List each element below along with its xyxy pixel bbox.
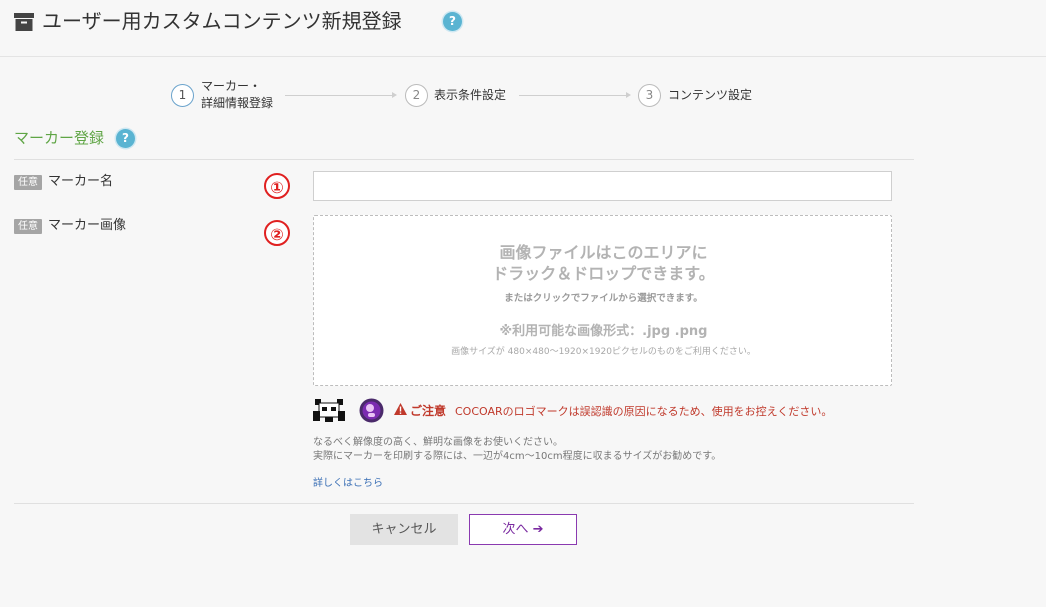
warning-icon (394, 403, 407, 415)
optional-badge: 任意 (14, 175, 42, 190)
warning-title: ご注意 (410, 404, 447, 418)
step-connector-1 (285, 95, 393, 96)
annotation-number-1: ① (264, 173, 290, 199)
footer-divider (14, 503, 914, 504)
dropzone-size: 画像サイズが 480×480～1920×1920ピクセルのものをご利用ください。 (451, 347, 756, 357)
section-title: マーカー登録 (14, 129, 105, 147)
marker-image-label: マーカー画像 (48, 218, 127, 233)
help-icon[interactable]: ? (443, 12, 462, 31)
step-2-number: 2 (405, 84, 428, 107)
note-line-2: 実際にマーカーを印刷する際には、一辺が4cm～10cm程度に収まるサイズがお勧め… (313, 451, 722, 462)
logo-mark-icon (359, 398, 384, 423)
marker-name-input[interactable] (313, 171, 892, 201)
annotation-number-2: ② (264, 220, 290, 246)
arrow-right-icon: ➔ (532, 522, 544, 537)
cancel-button[interactable]: キャンセル (350, 514, 458, 545)
step-2-label: 表示条件設定 (434, 88, 507, 102)
step-1-number: 1 (171, 84, 194, 107)
image-dropzone[interactable]: 画像ファイルはこのエリアに ドラック＆ドロップできます。 またはクリックでファイ… (313, 215, 892, 386)
help-icon[interactable]: ? (116, 129, 135, 148)
archive-box-icon (14, 13, 34, 31)
optional-badge: 任意 (14, 219, 42, 234)
panda-icon (313, 399, 345, 422)
section-divider (14, 159, 914, 160)
details-link[interactable]: 詳しくはこちら (313, 474, 383, 489)
dropzone-line2: ドラック＆ドロップできます。 (492, 264, 715, 283)
step-1-label-line1: マーカー・ (201, 79, 262, 93)
step-3-number: 3 (638, 84, 661, 107)
page-title: ユーザー用カスタムコンテンツ新規登録 (42, 9, 402, 33)
dropzone-line3: またはクリックでファイルから選択できます。 (504, 293, 703, 304)
step-arrow-icon (392, 92, 397, 98)
step-connector-2 (519, 95, 627, 96)
step-arrow-icon (626, 92, 631, 98)
step-3-label: コンテンツ設定 (668, 88, 753, 102)
next-button-label: 次へ (502, 522, 529, 537)
dropzone-format: ※利用可能な画像形式：.jpg .png (499, 324, 708, 339)
warning-text: COCOARのロゴマークは誤認識の原因になるため、使用をお控えください。 (455, 405, 833, 418)
note-line-1: なるべく解像度の高く、鮮明な画像をお使いください。 (313, 437, 563, 448)
step-1-label-line2: 詳細情報登録 (201, 96, 274, 110)
dropzone-line1: 画像ファイルはこのエリアに (499, 243, 708, 262)
next-button[interactable]: 次へ ➔ (469, 514, 577, 545)
marker-name-label: マーカー名 (48, 174, 114, 189)
